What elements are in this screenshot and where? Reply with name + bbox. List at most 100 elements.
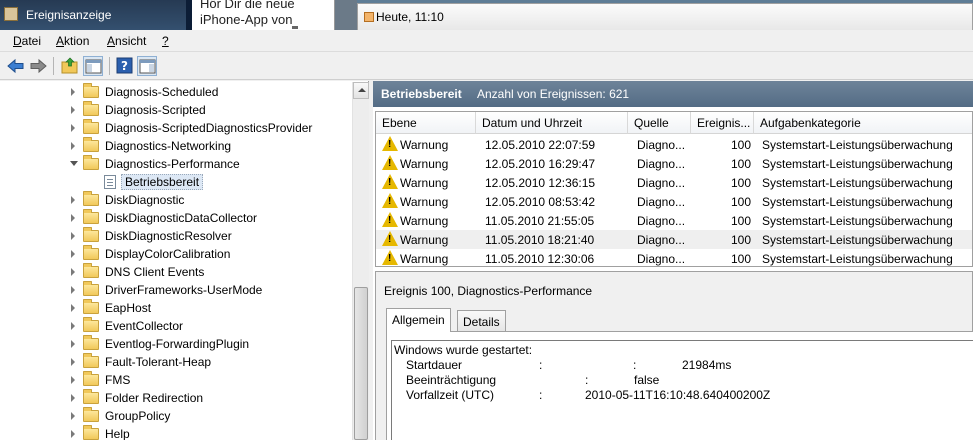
expand-arrow-icon[interactable] bbox=[71, 322, 75, 330]
expand-arrow-icon[interactable] bbox=[71, 124, 75, 132]
cell-datetime: 12.05.2010 16:29:47 bbox=[485, 157, 596, 171]
cell-category: Systemstart-Leistungsüberwachung bbox=[762, 233, 953, 247]
folder-icon bbox=[83, 137, 99, 152]
collapse-arrow-icon[interactable] bbox=[70, 161, 78, 166]
expand-arrow-icon[interactable] bbox=[71, 286, 75, 294]
folder-icon bbox=[83, 83, 99, 98]
cell-level: Warnung bbox=[400, 252, 449, 266]
tree-item-label: Diagnosis-Scheduled bbox=[105, 85, 219, 99]
cell-datetime: 12.05.2010 08:53:42 bbox=[485, 195, 596, 209]
cell-event-id: 100 bbox=[731, 214, 752, 228]
field-value: false bbox=[634, 373, 660, 387]
menu-datei[interactable]: Datei bbox=[13, 34, 41, 48]
cell-category: Systemstart-Leistungsüberwachung bbox=[762, 214, 953, 228]
tree-item-label: Help bbox=[105, 427, 130, 440]
expand-arrow-icon[interactable] bbox=[71, 106, 75, 114]
scroll-up-button[interactable] bbox=[353, 82, 369, 99]
table-row[interactable]: Warnung 11.05.2010 18:21:40 Diagno... 10… bbox=[376, 230, 972, 249]
cell-level: Warnung bbox=[400, 214, 449, 228]
expand-arrow-icon[interactable] bbox=[71, 394, 75, 402]
tree-item-diagnostics-networking[interactable]: Diagnostics-Networking bbox=[0, 137, 352, 155]
tree-item-label: EventCollector bbox=[105, 319, 184, 333]
table-row[interactable]: Warnung 12.05.2010 08:53:42 Diagno... 10… bbox=[376, 192, 972, 211]
event-log-icon bbox=[104, 175, 116, 189]
tab-allgemein[interactable]: Allgemein bbox=[386, 308, 451, 332]
help-icon[interactable]: ? bbox=[115, 56, 135, 76]
tree-item-diagnosis-scripted[interactable]: Diagnosis-Scripted bbox=[0, 101, 352, 119]
toolbar: ? bbox=[0, 52, 973, 80]
cell-category: Systemstart-Leistungsüberwachung bbox=[762, 176, 953, 190]
up-folder-icon[interactable] bbox=[60, 56, 80, 76]
tree-item-diagnosis-scripteddiagnosticsprovider[interactable]: Diagnosis-ScriptedDiagnosticsProvider bbox=[0, 119, 352, 137]
expand-arrow-icon[interactable] bbox=[71, 142, 75, 150]
tree-item-diskdiagnosticdatacollector[interactable]: DiskDiagnosticDataCollector bbox=[0, 209, 352, 227]
menu-help[interactable]: ? bbox=[162, 34, 169, 48]
expand-arrow-icon[interactable] bbox=[71, 376, 75, 384]
tree-item-help[interactable]: Help bbox=[0, 425, 352, 440]
cell-level: Warnung bbox=[400, 233, 449, 247]
expand-arrow-icon[interactable] bbox=[71, 340, 75, 348]
tree-item-grouppolicy[interactable]: GroupPolicy bbox=[0, 407, 352, 425]
show-hide-console-tree-icon[interactable] bbox=[83, 56, 103, 76]
column-header-aufgabenkategorie[interactable]: Aufgabenkategorie bbox=[754, 112, 972, 134]
tree-item-displaycolorcalibration[interactable]: DisplayColorCalibration bbox=[0, 245, 352, 263]
table-row[interactable]: Warnung 12.05.2010 22:07:59 Diagno... 10… bbox=[376, 135, 972, 154]
tree-item-fault-tolerant-heap[interactable]: Fault-Tolerant-Heap bbox=[0, 353, 352, 371]
tree-item-eaphost[interactable]: EapHost bbox=[0, 299, 352, 317]
event-count: Anzahl von Ereignissen: 621 bbox=[477, 87, 630, 101]
tree-item-diagnosis-scheduled[interactable]: Diagnosis-Scheduled bbox=[0, 83, 352, 101]
expand-arrow-icon[interactable] bbox=[71, 268, 75, 276]
scrollbar-thumb[interactable] bbox=[354, 287, 368, 440]
tree-item-label: Diagnostics-Performance bbox=[105, 157, 240, 171]
title-bar: Ereignisanzeige Hör Dir die neue iPhone-… bbox=[0, 0, 973, 30]
expand-arrow-icon[interactable] bbox=[71, 214, 75, 222]
window-title-area[interactable]: Ereignisanzeige bbox=[0, 0, 186, 30]
expand-arrow-icon[interactable] bbox=[71, 196, 75, 204]
background-browser-tab[interactable]: Heute, 11:10 bbox=[357, 3, 973, 30]
folder-icon bbox=[83, 209, 99, 224]
background-window[interactable]: Hör Dir die neue iPhone-App von bbox=[192, 0, 335, 30]
tree-item-diagnostics-performance[interactable]: Diagnostics-Performance bbox=[0, 155, 352, 173]
tree-item-label: DisplayColorCalibration bbox=[105, 247, 231, 261]
table-row[interactable]: Warnung 12.05.2010 12:36:15 Diagno... 10… bbox=[376, 173, 972, 192]
column-header-ereignis[interactable]: Ereignis... bbox=[691, 112, 754, 134]
column-header-datum[interactable]: Datum und Uhrzeit bbox=[476, 112, 628, 134]
cell-category: Systemstart-Leistungsüberwachung bbox=[762, 252, 953, 266]
tree-item-label: Eventlog-ForwardingPlugin bbox=[105, 337, 250, 351]
table-row[interactable]: Warnung 11.05.2010 21:55:05 Diagno... 10… bbox=[376, 211, 972, 230]
tree-item-eventlog-forwardingplugin[interactable]: Eventlog-ForwardingPlugin bbox=[0, 335, 352, 353]
table-row[interactable]: Warnung 12.05.2010 16:29:47 Diagno... 10… bbox=[376, 154, 972, 173]
expand-arrow-icon[interactable] bbox=[71, 232, 75, 240]
expand-arrow-icon[interactable] bbox=[71, 250, 75, 258]
expand-arrow-icon[interactable] bbox=[71, 304, 75, 312]
cell-datetime: 12.05.2010 22:07:59 bbox=[485, 138, 596, 152]
expand-arrow-icon[interactable] bbox=[71, 88, 75, 96]
cell-level: Warnung bbox=[400, 176, 449, 190]
tree-scrollbar[interactable] bbox=[352, 82, 369, 440]
tree-item-eventcollector[interactable]: EventCollector bbox=[0, 317, 352, 335]
action-pane-icon[interactable] bbox=[137, 56, 157, 76]
back-arrow-icon[interactable] bbox=[6, 56, 26, 76]
expand-arrow-icon[interactable] bbox=[71, 358, 75, 366]
forward-arrow-icon[interactable] bbox=[28, 56, 48, 76]
tree-item-betriebsbereit[interactable]: Betriebsbereit bbox=[0, 173, 352, 191]
cell-source: Diagno... bbox=[637, 214, 686, 228]
tree-item-diskdiagnosticresolver[interactable]: DiskDiagnosticResolver bbox=[0, 227, 352, 245]
table-row[interactable]: Warnung 11.05.2010 12:30:06 Diagno... 10… bbox=[376, 249, 972, 266]
tree-item-dns-client-events[interactable]: DNS Client Events bbox=[0, 263, 352, 281]
menu-aktion[interactable]: Aktion bbox=[56, 34, 89, 48]
cell-event-id: 100 bbox=[731, 233, 752, 247]
tree-item-folder-redirection[interactable]: Folder Redirection bbox=[0, 389, 352, 407]
field-value: 2010-05-11T16:10:48.640400200Z bbox=[585, 388, 771, 402]
menu-ansicht[interactable]: Ansicht bbox=[107, 34, 146, 48]
tree-item-diskdiagnostic[interactable]: DiskDiagnostic bbox=[0, 191, 352, 209]
column-header-quelle[interactable]: Quelle bbox=[628, 112, 691, 134]
cell-datetime: 11.05.2010 12:30:06 bbox=[485, 252, 595, 266]
event-description-box[interactable]: Windows wurde gestartet: Startdauer : : … bbox=[391, 340, 973, 440]
column-header-ebene[interactable]: Ebene bbox=[376, 112, 476, 134]
tree-item-fms[interactable]: FMS bbox=[0, 371, 352, 389]
expand-arrow-icon[interactable] bbox=[71, 430, 75, 438]
tab-details[interactable]: Details bbox=[457, 310, 506, 332]
tree-item-driverframeworks-usermode[interactable]: DriverFrameworks-UserMode bbox=[0, 281, 352, 299]
expand-arrow-icon[interactable] bbox=[71, 412, 75, 420]
